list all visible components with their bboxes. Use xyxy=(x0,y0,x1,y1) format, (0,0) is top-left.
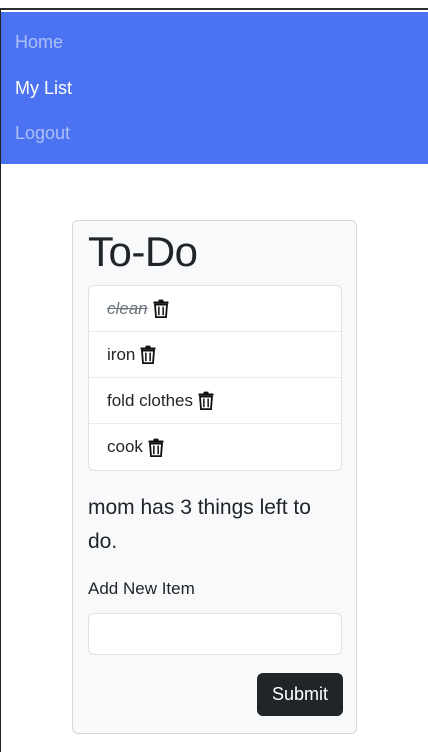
submit-button[interactable]: Submit xyxy=(257,673,343,716)
list-item: clean xyxy=(89,286,341,332)
nav-home-link[interactable]: Home xyxy=(15,32,63,53)
navbar: Home My List Logout xyxy=(1,12,428,164)
nav-my-list-link[interactable]: My List xyxy=(15,78,72,99)
trash-icon[interactable] xyxy=(153,299,169,318)
add-item-input[interactable] xyxy=(88,613,342,655)
add-item-label: Add New Item xyxy=(88,579,195,598)
todo-item-text[interactable]: cook xyxy=(107,437,143,457)
trash-icon[interactable] xyxy=(140,345,156,364)
todo-item-text[interactable]: fold clothes xyxy=(107,391,193,411)
top-strip xyxy=(0,0,428,10)
list-item: fold clothes xyxy=(89,378,341,424)
nav-logout-link[interactable]: Logout xyxy=(15,123,70,144)
card-title: To-Do xyxy=(88,228,198,275)
list-item: iron xyxy=(89,332,341,378)
trash-icon[interactable] xyxy=(148,438,164,457)
todo-item-text[interactable]: clean xyxy=(107,299,148,319)
todo-card: To-Do clean iron fold clothes cook mom h… xyxy=(72,220,357,734)
list-item: cook xyxy=(89,424,341,470)
items-left-status: mom has 3 things left to do. xyxy=(88,496,311,553)
trash-icon[interactable] xyxy=(198,391,214,410)
todo-list: clean iron fold clothes cook xyxy=(88,285,342,471)
todo-item-text[interactable]: iron xyxy=(107,345,135,365)
